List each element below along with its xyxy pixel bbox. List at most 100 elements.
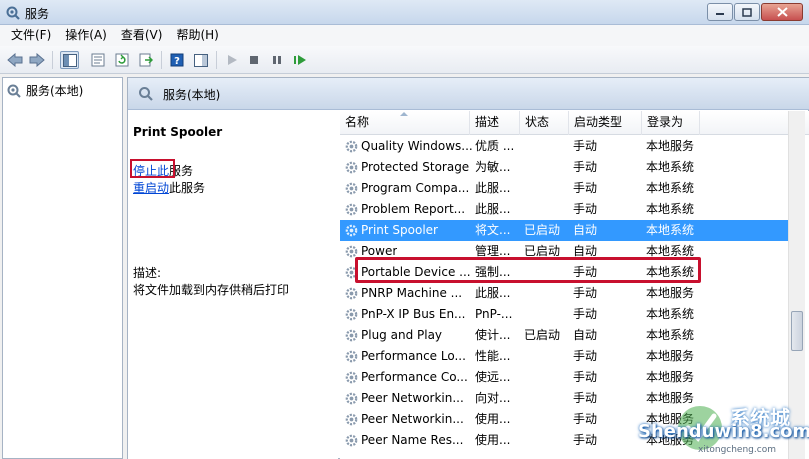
cell-startup: 手动 xyxy=(573,370,598,384)
cell-name: Performance Lo... xyxy=(361,349,466,363)
menu-view[interactable]: 查看(V) xyxy=(114,26,170,45)
column-header-name[interactable]: 名称 xyxy=(340,111,470,135)
cell-name: PnP-X IP Bus En... xyxy=(361,307,466,321)
properties-button[interactable] xyxy=(88,51,107,69)
minimize-icon xyxy=(716,13,724,15)
refresh-button[interactable] xyxy=(112,51,131,69)
service-gear-icon xyxy=(345,434,358,447)
table-row[interactable]: Program Compa... 此服... 手动 本地系统 xyxy=(340,178,792,199)
selected-row-highlight xyxy=(355,257,701,283)
cell-desc: 将文... xyxy=(475,223,511,237)
title-bar: 服务 xyxy=(0,0,809,25)
back-arrow-icon xyxy=(6,53,22,67)
export-list-button[interactable] xyxy=(136,51,155,69)
maximize-button[interactable] xyxy=(734,3,760,21)
cell-name: Performance Co... xyxy=(361,370,468,384)
menu-action[interactable]: 操作(A) xyxy=(58,26,114,45)
start-service-button[interactable] xyxy=(222,51,241,69)
cell-startup: 手动 xyxy=(573,349,598,363)
table-row[interactable]: Protected Storage 为敏... 手动 本地系统 xyxy=(340,157,792,178)
table-row[interactable]: Plug and Play 使计... 已启动 自动 本地系统 xyxy=(340,325,792,346)
restart-service-button[interactable] xyxy=(290,51,309,69)
restart-service-link[interactable]: 重启动 xyxy=(133,181,169,195)
column-header-startup-type[interactable]: 启动类型 xyxy=(569,111,642,135)
cell-name: Protected Storage xyxy=(361,160,470,174)
console-tree: 服务(本地) xyxy=(2,77,123,459)
cell-desc: 性能... xyxy=(475,349,511,363)
console-tree-icon xyxy=(62,53,77,67)
cell-logon: 本地系统 xyxy=(646,160,695,174)
cell-desc: 使计... xyxy=(475,328,511,342)
cell-startup: 手动 xyxy=(573,286,598,300)
services-gear-icon xyxy=(6,6,20,20)
toolbar: ? xyxy=(0,46,809,74)
service-gear-icon xyxy=(345,203,358,216)
table-row[interactable]: Print Spooler 将文... 已启动 自动 本地系统 xyxy=(340,220,792,241)
action-pane-icon xyxy=(193,53,208,67)
pause-service-button[interactable] xyxy=(267,51,286,69)
menu-bar: 文件(F) 操作(A) 查看(V) 帮助(H) xyxy=(0,25,809,46)
service-gear-icon xyxy=(345,413,358,426)
show-console-tree-button[interactable] xyxy=(60,51,79,69)
window-title: 服务 xyxy=(25,7,50,21)
watermark: 系统城 Shenduwin8.com xitongcheng.com xyxy=(630,398,809,459)
minimize-button[interactable] xyxy=(707,3,733,21)
cell-name: Problem Report... xyxy=(361,202,466,216)
service-gear-icon xyxy=(345,308,358,321)
cell-desc: PnP-... xyxy=(475,307,513,321)
close-button[interactable] xyxy=(761,3,803,21)
close-icon xyxy=(776,7,788,17)
tree-item-label: 服务(本地) xyxy=(26,84,84,98)
service-gear-icon xyxy=(345,329,358,342)
svg-text:?: ? xyxy=(174,56,180,67)
cell-status: 已启动 xyxy=(524,223,561,237)
scrollbar-thumb[interactable] xyxy=(791,311,803,351)
forward-arrow-icon xyxy=(29,53,45,67)
restart-action: 重启动此服务 xyxy=(133,179,205,196)
table-row[interactable]: PnP-X IP Bus En... PnP-... 手动 本地系统 xyxy=(340,304,792,325)
cell-logon: 本地服务 xyxy=(646,139,695,153)
cell-name: Plug and Play xyxy=(361,328,443,342)
restart-icon xyxy=(293,55,306,65)
cell-logon: 本地系统 xyxy=(646,202,695,216)
cell-desc: 优质 ... xyxy=(475,139,515,153)
table-row[interactable]: PNRP Machine ... 此服... 手动 本地服务 xyxy=(340,283,792,304)
stop-service-button[interactable] xyxy=(244,51,263,69)
table-row[interactable]: Problem Report... 此服... 手动 本地系统 xyxy=(340,199,792,220)
pane-title: 服务(本地) xyxy=(163,88,221,102)
cell-startup: 手动 xyxy=(573,412,598,426)
maximize-icon xyxy=(742,7,752,17)
cell-name: Print Spooler xyxy=(361,223,438,237)
forward-button[interactable] xyxy=(27,51,46,69)
cell-startup: 手动 xyxy=(573,202,598,216)
sort-up-icon xyxy=(400,112,408,116)
list-header: 名称 描述 状态 启动类型 登录为 xyxy=(340,111,809,135)
back-button[interactable] xyxy=(5,51,24,69)
cell-name: Peer Networkin... xyxy=(361,391,464,405)
export-icon xyxy=(139,53,153,67)
column-header-status[interactable]: 状态 xyxy=(520,111,569,135)
show-action-pane-button[interactable] xyxy=(191,51,210,69)
table-row[interactable]: Performance Co... 使远... 手动 本地服务 xyxy=(340,367,792,388)
service-gear-icon xyxy=(345,350,358,363)
cell-logon: 本地系统 xyxy=(646,181,695,195)
watermark-small: xitongcheng.com xyxy=(698,445,776,455)
stop-link-highlight xyxy=(130,159,175,178)
cell-desc: 此服... xyxy=(475,181,511,195)
help-icon: ? xyxy=(170,53,183,67)
menu-file[interactable]: 文件(F) xyxy=(4,26,58,45)
tree-item-services-local[interactable]: 服务(本地) xyxy=(6,82,83,99)
menu-help[interactable]: 帮助(H) xyxy=(169,26,225,45)
cell-startup: 手动 xyxy=(573,307,598,321)
cell-startup: 手动 xyxy=(573,139,598,153)
help-button[interactable]: ? xyxy=(167,51,186,69)
table-row[interactable]: Performance Lo... 性能... 手动 本地服务 xyxy=(340,346,792,367)
column-header-description[interactable]: 描述 xyxy=(470,111,520,135)
cell-logon: 本地服务 xyxy=(646,349,695,363)
column-header-logon-as[interactable]: 登录为 xyxy=(642,111,700,135)
table-row[interactable]: Quality Windows... 优质 ... 手动 本地服务 xyxy=(340,136,792,157)
cell-startup: 自动 xyxy=(573,328,598,342)
cell-logon: 本地系统 xyxy=(646,307,695,321)
selected-service-name: Print Spooler xyxy=(133,125,223,139)
pane-header: 服务(本地) xyxy=(128,78,809,110)
